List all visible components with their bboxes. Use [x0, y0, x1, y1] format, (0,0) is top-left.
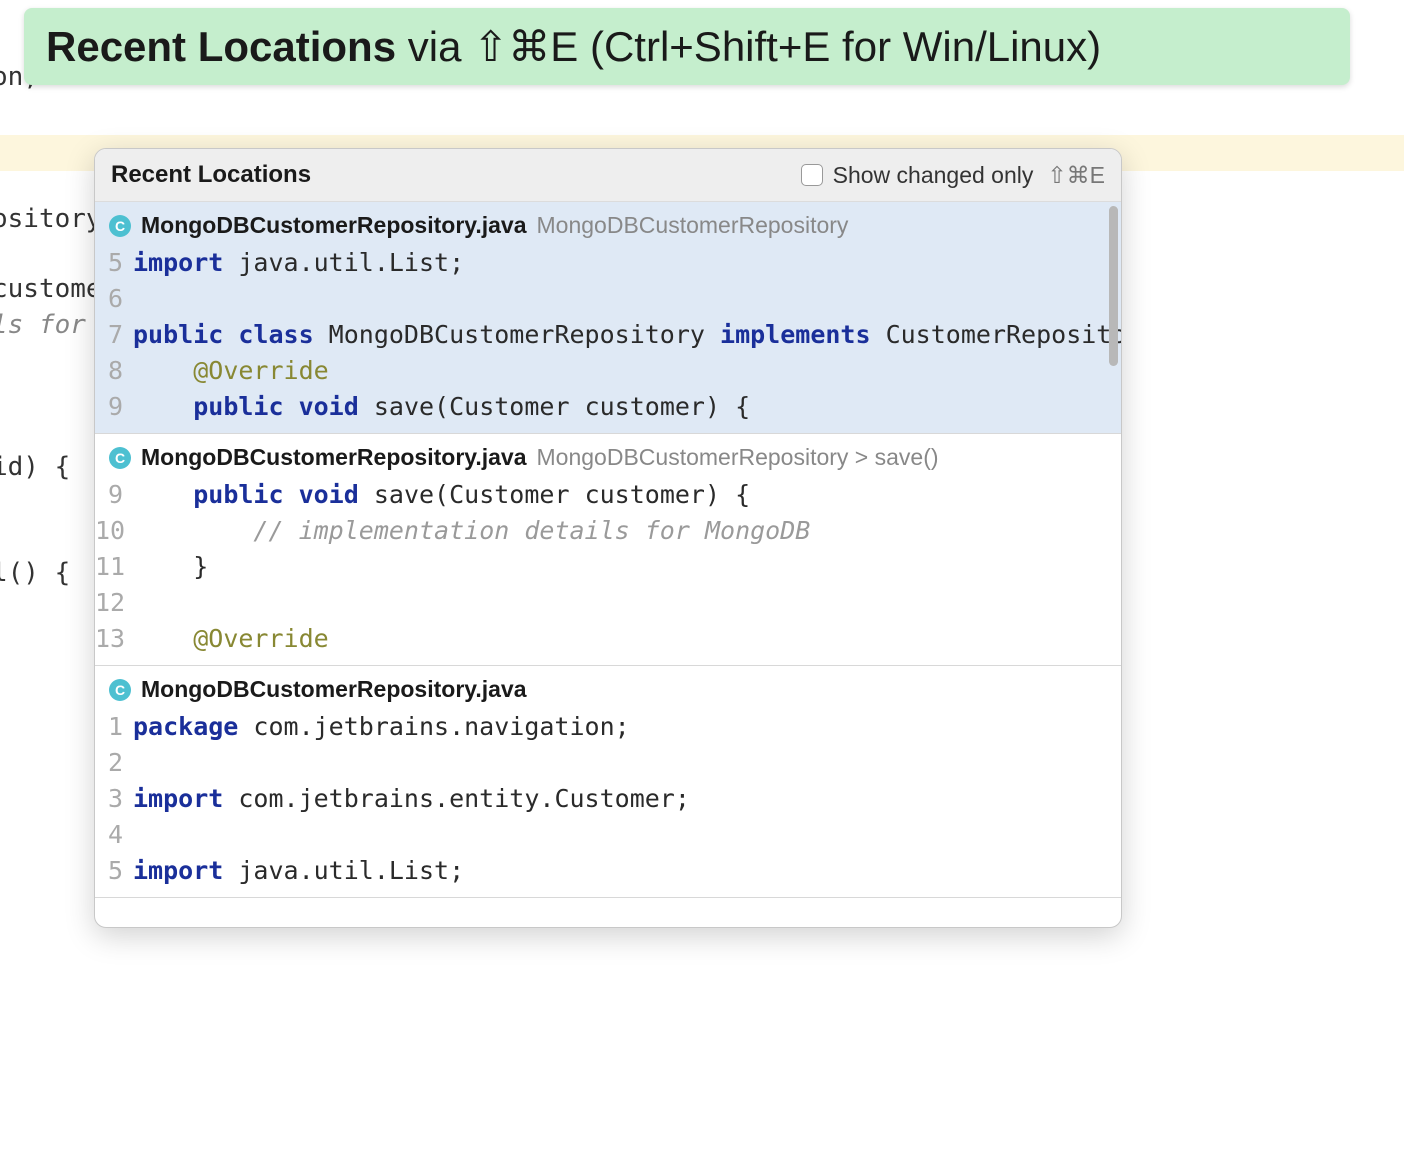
scrollbar-thumb[interactable]	[1109, 206, 1118, 366]
line-number: 13	[95, 621, 133, 657]
code-line: 13 @Override	[95, 621, 1121, 657]
line-number: 7	[95, 317, 133, 353]
line-number: 9	[95, 389, 133, 425]
show-changed-only-label: Show changed only	[833, 162, 1034, 189]
line-number: 3	[95, 781, 133, 817]
code-line: 10 // implementation details for MongoDB	[95, 513, 1121, 549]
banner-title-rest: via ⇧⌘E (Ctrl+Shift+E for Win/Linux)	[396, 23, 1101, 70]
line-number: 9	[95, 477, 133, 513]
bg-code-fragment: id) {	[0, 452, 70, 482]
entry-filename: MongoDBCustomerRepository.java	[141, 212, 527, 239]
entry-breadcrumb: MongoDBCustomerRepository > save()	[537, 444, 939, 471]
bg-code-fragment: ls for	[0, 310, 86, 340]
code-content: public void save(Customer customer) {	[133, 477, 750, 513]
line-number: 6	[95, 281, 133, 317]
entry-header: C MongoDBCustomerRepository.java MongoDBCu…	[95, 434, 1121, 475]
code-line: 3import com.jetbrains.entity.Customer;	[95, 781, 1121, 817]
line-number: 10	[95, 513, 133, 549]
location-entry[interactable]: C MongoDBCustomerRepository.java 1package …	[95, 666, 1121, 898]
tip-banner: Recent Locations via ⇧⌘E (Ctrl+Shift+E f…	[24, 8, 1350, 85]
popup-header-right: Show changed only ⇧⌘E	[801, 162, 1105, 189]
line-number: 1	[95, 709, 133, 745]
code-line: 5import java.util.List;	[95, 853, 1121, 889]
recent-locations-popup: Recent Locations Show changed only ⇧⌘E C…	[94, 148, 1122, 928]
code-content: @Override	[133, 353, 329, 389]
line-number: 12	[95, 585, 133, 621]
line-number: 2	[95, 745, 133, 781]
line-number: 4	[95, 817, 133, 853]
code-line: 1package com.jetbrains.navigation;	[95, 709, 1121, 745]
code-line: 6	[95, 281, 1121, 317]
code-content: }	[133, 549, 208, 585]
code-line: 4	[95, 817, 1121, 853]
class-icon: C	[109, 215, 131, 237]
popup-title: Recent Locations	[111, 161, 311, 189]
popup-header: Recent Locations Show changed only ⇧⌘E	[95, 149, 1121, 202]
show-changed-only-shortcut: ⇧⌘E	[1047, 162, 1105, 189]
code-content: public void save(Customer customer) {	[133, 389, 750, 425]
code-block: 1package com.jetbrains.navigation;23impo…	[95, 707, 1121, 897]
code-content: // implementation details for MongoDB	[133, 513, 810, 549]
code-line: 7public class MongoDBCustomerRepository …	[95, 317, 1121, 353]
code-content: @Override	[133, 621, 329, 657]
code-line: 9 public void save(Customer customer) {	[95, 477, 1121, 513]
code-content: package com.jetbrains.navigation;	[133, 709, 630, 745]
code-line: 9 public void save(Customer customer) {	[95, 389, 1121, 425]
entry-header: C MongoDBCustomerRepository.java MongoDBCu…	[95, 202, 1121, 243]
line-number: 5	[95, 853, 133, 889]
line-number: 5	[95, 245, 133, 281]
entry-breadcrumb: MongoDBCustomerRepository	[537, 212, 849, 239]
bg-code-fragment: ository	[0, 204, 102, 234]
location-entry[interactable]: C MongoDBCustomerRepository.java MongoDBCu…	[95, 202, 1121, 434]
code-content: public class MongoDBCustomerRepository i…	[133, 317, 1121, 353]
code-block: 5import java.util.List;67public class Mo…	[95, 243, 1121, 433]
code-line: 2	[95, 745, 1121, 781]
popup-body[interactable]: C MongoDBCustomerRepository.java MongoDBCu…	[95, 202, 1121, 927]
show-changed-only-checkbox[interactable]	[801, 164, 823, 186]
class-icon: C	[109, 447, 131, 469]
code-block: 9 public void save(Customer customer) {1…	[95, 475, 1121, 665]
code-line: 12	[95, 585, 1121, 621]
bg-code-fragment: l() {	[0, 558, 70, 588]
line-number: 11	[95, 549, 133, 585]
entry-filename: MongoDBCustomerRepository.java	[141, 444, 527, 471]
code-line: 11 }	[95, 549, 1121, 585]
code-line: 5import java.util.List;	[95, 245, 1121, 281]
entry-filename: MongoDBCustomerRepository.java	[141, 676, 527, 703]
code-content: import com.jetbrains.entity.Customer;	[133, 781, 690, 817]
banner-title-bold: Recent Locations	[46, 23, 396, 70]
entry-header: C MongoDBCustomerRepository.java	[95, 666, 1121, 707]
class-icon: C	[109, 679, 131, 701]
location-entry[interactable]: C MongoDBCustomerRepository.java MongoDBCu…	[95, 434, 1121, 666]
code-content: import java.util.List;	[133, 245, 464, 281]
line-number: 8	[95, 353, 133, 389]
code-content: import java.util.List;	[133, 853, 464, 889]
code-line: 8 @Override	[95, 353, 1121, 389]
